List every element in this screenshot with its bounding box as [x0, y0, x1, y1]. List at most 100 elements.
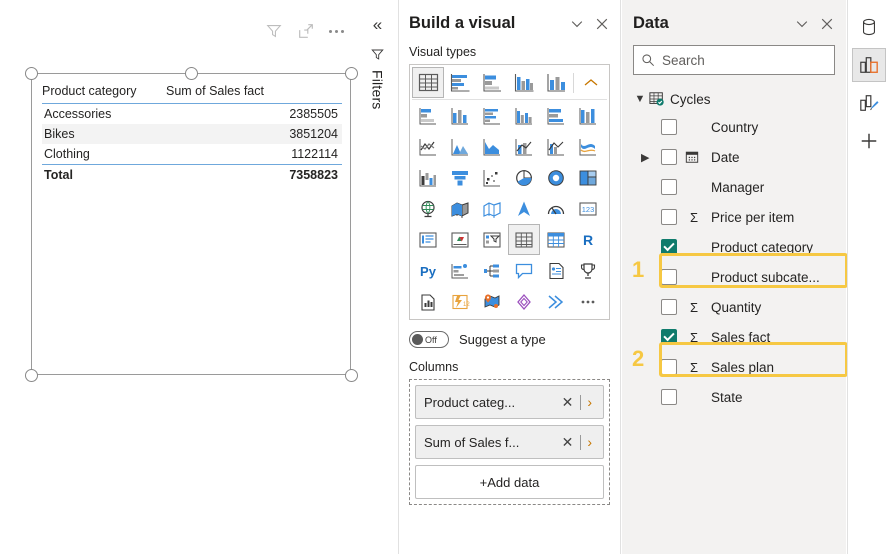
visual-type-treemap[interactable]	[572, 162, 604, 193]
field-row-manager[interactable]: Manager	[633, 172, 835, 202]
visual-type-line-and-clustered-column[interactable]	[540, 131, 572, 162]
field-row-sales-fact[interactable]: Σ Sales fact	[633, 322, 835, 352]
visual-type-map[interactable]	[412, 193, 444, 224]
chevron-down-icon[interactable]: ▼	[633, 93, 647, 105]
visual-type-azure-stream[interactable]	[540, 286, 572, 317]
format-visual-icon[interactable]	[852, 86, 886, 120]
visual-type-stacked-area-chart[interactable]	[476, 131, 508, 162]
field-row-product-category[interactable]: Product category	[633, 232, 835, 262]
chevron-right-icon[interactable]: ▶	[641, 151, 649, 164]
chevron-down-icon[interactable]	[569, 16, 585, 32]
field-checkbox[interactable]	[661, 179, 677, 195]
visual-type-line-chart[interactable]	[412, 131, 444, 162]
resize-handle-middle-right[interactable]	[345, 369, 358, 382]
field-row-price-per-item[interactable]: Σ Price per item	[633, 202, 835, 232]
visual-type-clustered-column-chart[interactable]	[508, 100, 540, 131]
visual-type-funnel-chart[interactable]	[444, 162, 476, 193]
field-row-sales-plan[interactable]: Σ Sales plan	[633, 352, 835, 382]
visual-type-stacked-bar-chart[interactable]	[476, 67, 508, 98]
visual-type-decomposition-tree[interactable]	[476, 255, 508, 286]
report-canvas[interactable]: Product category Sum of Sales fact Acces…	[0, 0, 356, 554]
visual-type-more-visuals[interactable]	[572, 286, 604, 317]
visual-type-donut-chart[interactable]	[540, 162, 572, 193]
visual-type-hundred-percent-stacked-bar[interactable]	[540, 100, 572, 131]
filters-pane-collapsed[interactable]: « Filters	[357, 0, 399, 554]
field-row-date[interactable]: ▶ Date	[633, 142, 835, 172]
visual-type-stacked-column-chart[interactable]	[540, 67, 572, 98]
resize-handle-middle-left[interactable]	[25, 369, 38, 382]
visual-type-r-script-visual[interactable]: R	[572, 224, 604, 255]
data-icon[interactable]	[852, 10, 886, 44]
field-checkbox[interactable]	[661, 299, 677, 315]
table-visual[interactable]: Product category Sum of Sales fact Acces…	[31, 73, 351, 375]
add-icon[interactable]	[852, 124, 886, 158]
column-header-value[interactable]: Sum of Sales fact	[166, 84, 342, 98]
table-row[interactable]: Accessories 2385505	[42, 104, 342, 124]
visual-type-python-visual[interactable]: Py	[412, 255, 444, 286]
field-chip-product-category[interactable]: Product categ... ✕ ›	[415, 385, 604, 419]
visual-type-waterfall-chart[interactable]	[412, 162, 444, 193]
table-row[interactable]: Bikes 3851204	[42, 124, 342, 144]
field-checkbox[interactable]	[661, 329, 677, 345]
visual-type-stacked-bar-chart[interactable]	[412, 100, 444, 131]
visual-type-clustered-column-chart[interactable]	[508, 67, 540, 98]
close-icon[interactable]	[594, 16, 610, 32]
visual-type-pie-chart[interactable]	[508, 162, 540, 193]
search-input[interactable]: Search	[633, 45, 835, 75]
visual-type-stacked-column-chart[interactable]	[444, 100, 476, 131]
visual-type-scatter-chart[interactable]	[476, 162, 508, 193]
visual-type-card[interactable]: 123	[572, 193, 604, 224]
resize-handle-top-center[interactable]	[185, 67, 198, 80]
chevron-right-icon[interactable]: ›	[584, 394, 595, 410]
resize-handle-top-left[interactable]	[25, 67, 38, 80]
field-row-product-subcategory[interactable]: Product subcate...	[633, 262, 835, 292]
filter-funnel-icon[interactable]	[370, 47, 385, 62]
build-visual-icon[interactable]	[852, 48, 886, 82]
visual-type-arcgis-map[interactable]	[476, 286, 508, 317]
visual-type-power-automate[interactable]: 123	[444, 286, 476, 317]
filter-icon[interactable]	[265, 22, 283, 40]
visual-type-slicer[interactable]	[476, 224, 508, 255]
column-header-category[interactable]: Product category	[42, 84, 166, 98]
columns-field-well[interactable]: Product categ... ✕ › Sum of Sales f... ✕…	[409, 379, 610, 505]
field-checkbox[interactable]	[661, 119, 677, 135]
field-row-country[interactable]: Country	[633, 112, 835, 142]
visual-type-matrix[interactable]	[540, 224, 572, 255]
visual-type-area-chart[interactable]	[444, 131, 476, 162]
field-row-quantity[interactable]: Σ Quantity	[633, 292, 835, 322]
visual-type-azure-map[interactable]	[508, 193, 540, 224]
visual-type-hundred-percent-stacked-column[interactable]	[572, 100, 604, 131]
visual-type-paginated-report[interactable]	[572, 255, 604, 286]
chevron-right-icon[interactable]: ›	[584, 434, 595, 450]
visual-type-multi-row-card[interactable]	[412, 224, 444, 255]
close-icon[interactable]	[819, 16, 835, 32]
field-chip-sum-of-sales-fact[interactable]: Sum of Sales f... ✕ ›	[415, 425, 604, 459]
visual-type-gauge-chart[interactable]	[540, 193, 572, 224]
focus-mode-icon[interactable]	[297, 22, 315, 40]
visual-type-smart-narrative[interactable]	[540, 255, 572, 286]
visual-type-table[interactable]	[412, 67, 444, 98]
visual-type-key-influencers[interactable]	[444, 255, 476, 286]
visual-type-table[interactable]	[508, 224, 540, 255]
table-row[interactable]: Clothing 1122114	[42, 144, 342, 164]
visual-type-clustered-bar-chart[interactable]	[444, 67, 476, 98]
field-row-state[interactable]: State	[633, 382, 835, 412]
visual-type-ribbon-chart[interactable]	[572, 131, 604, 162]
visual-type-power-apps[interactable]	[508, 286, 540, 317]
chevron-up-icon[interactable]	[575, 67, 607, 98]
table-node-cycles[interactable]: ▼ Cycles	[633, 86, 835, 112]
visual-type-filled-map[interactable]	[444, 193, 476, 224]
visual-type-shape-map[interactable]	[476, 193, 508, 224]
add-data-button[interactable]: +Add data	[415, 465, 604, 499]
visual-type-qna-visual[interactable]	[508, 255, 540, 286]
visual-type-kpi[interactable]	[444, 224, 476, 255]
field-checkbox[interactable]	[661, 239, 677, 255]
field-checkbox[interactable]	[661, 209, 677, 225]
chevron-down-icon[interactable]	[794, 16, 810, 32]
more-options-icon[interactable]	[329, 22, 344, 40]
field-checkbox[interactable]	[661, 269, 677, 285]
visual-type-clustered-bar-chart[interactable]	[476, 100, 508, 131]
close-icon[interactable]: ✕	[558, 394, 578, 411]
field-checkbox[interactable]	[661, 359, 677, 375]
field-checkbox[interactable]	[661, 389, 677, 405]
